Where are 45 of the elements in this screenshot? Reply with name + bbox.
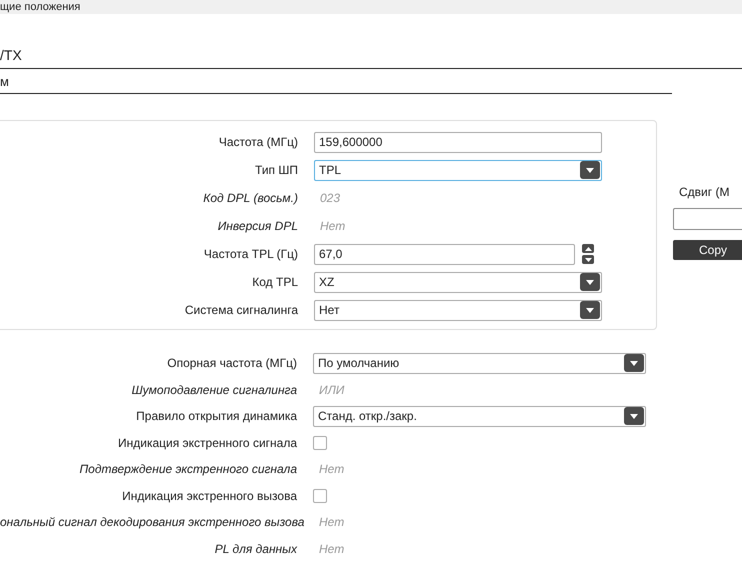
field-label: Индикация экстренного сигнала — [116, 436, 298, 450]
field-label: Шумоподавление сигналинга — [130, 382, 298, 397]
field-value: Нет — [318, 462, 344, 476]
shift-label: Сдвиг (М — [678, 185, 730, 199]
checkbox[interactable] — [313, 488, 327, 503]
field-label: PL для данных — [214, 542, 298, 556]
copy-button[interactable]: Copy — [673, 240, 742, 260]
section-title: /TX — [0, 14, 742, 69]
spin-down-button[interactable] — [582, 255, 594, 264]
field-value: Нет — [319, 219, 346, 233]
dropdown[interactable]: По умолчанию — [313, 352, 646, 374]
field-label: Правило открытия динамика — [135, 409, 298, 424]
dropdown[interactable]: Станд. откр./закр. — [313, 406, 646, 427]
shift-input[interactable] — [673, 208, 742, 230]
caret-icon — [580, 301, 600, 319]
dropdown[interactable]: Нет — [314, 300, 602, 320]
spin-up-button[interactable] — [582, 244, 594, 253]
field-label: Индикация экстренного вызова — [121, 488, 298, 503]
field-label: Код TPL — [251, 275, 299, 289]
field-label: Код DPL (восьм.) — [202, 191, 299, 205]
caret-icon — [624, 407, 644, 426]
field-value: 023 — [319, 191, 340, 205]
dropdown[interactable]: TPL — [314, 160, 602, 180]
checkbox[interactable] — [313, 436, 327, 450]
caret-icon — [580, 161, 600, 179]
up-arrow-icon — [584, 246, 592, 250]
down-arrow-icon — [584, 258, 592, 262]
field-label: Частота (МГц) — [218, 135, 299, 149]
subsection-title: м — [0, 69, 672, 94]
caret-icon — [580, 273, 600, 291]
field-label: Система сигналинга — [184, 303, 299, 317]
field-label: Тип ШП — [254, 163, 299, 177]
header-title: щие положения — [0, 1, 80, 13]
field-value: Нет — [318, 542, 344, 556]
caret-icon — [624, 354, 644, 372]
field-value: ИЛИ — [318, 382, 344, 397]
field-label: ональный сигнал декодирования экстренного вызова — [0, 515, 306, 530]
field-label: Опорная частота (МГц) — [166, 356, 298, 370]
dropdown[interactable]: XZ — [314, 272, 602, 292]
field-value: Нет — [318, 515, 344, 530]
input-field[interactable]: 159,600000 — [314, 132, 602, 152]
field-label: Инверсия DPL — [216, 219, 299, 233]
spin-field[interactable]: 67,0 — [314, 244, 575, 264]
field-label: Подтверждение экстренного сигнала — [78, 462, 298, 476]
field-label: Частота TPL (Гц) — [202, 247, 299, 261]
